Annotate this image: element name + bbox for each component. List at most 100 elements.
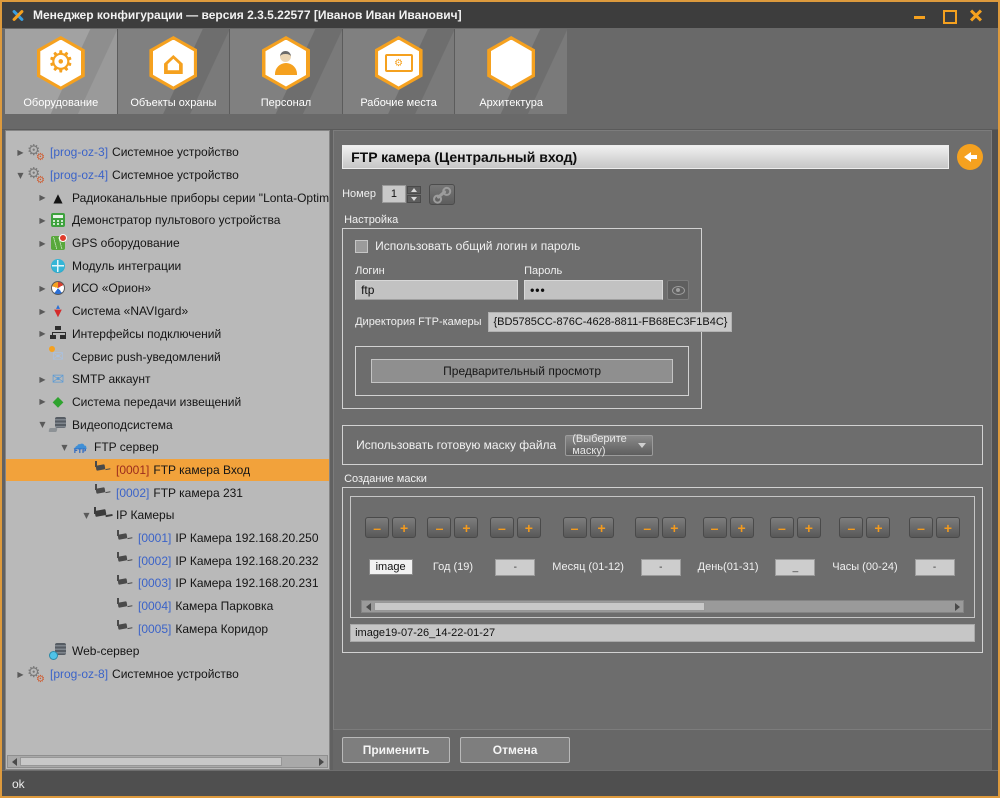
mask-plus-button[interactable]: + bbox=[730, 517, 754, 538]
login-label: Логин bbox=[355, 265, 518, 277]
tree-item[interactable]: ▶[prog-oz-3]Системное устройство bbox=[6, 141, 329, 164]
shared-login-checkbox[interactable] bbox=[355, 240, 368, 253]
expand-arrow-icon[interactable]: ▼ bbox=[36, 420, 49, 429]
ribbon-tab-workplaces[interactable]: ⚙Рабочие места bbox=[343, 29, 455, 114]
scrollbar-thumb[interactable] bbox=[374, 602, 704, 611]
back-button[interactable] bbox=[957, 144, 983, 170]
tree-item[interactable]: [0002]IP Камера 192.168.20.232 bbox=[6, 549, 329, 572]
link-button[interactable] bbox=[429, 184, 455, 205]
mask-part-value-box[interactable]: image bbox=[369, 559, 413, 575]
mask-minus-button[interactable]: – bbox=[427, 517, 451, 538]
tree-item[interactable]: [0004]Камера Парковка bbox=[6, 595, 329, 618]
tree-item[interactable]: ▶SMTP аккаунт bbox=[6, 368, 329, 391]
expand-arrow-icon[interactable]: ▶ bbox=[36, 216, 49, 225]
tree-item[interactable]: ▶Демонстратор пультового устройства bbox=[6, 209, 329, 232]
mask-part-separator-box[interactable]: - bbox=[495, 559, 535, 576]
expand-arrow-icon[interactable]: ▶ bbox=[36, 193, 49, 202]
tree-item[interactable]: ▶Радиоканальные приборы серии "Lonta-Opt… bbox=[6, 186, 329, 209]
tree-horizontal-scrollbar[interactable] bbox=[7, 755, 328, 768]
tree-item[interactable]: ▼Видеоподсистема bbox=[6, 413, 329, 436]
minimize-icon[interactable] bbox=[914, 10, 926, 20]
ribbon-tab-guarded-objects[interactable]: ⌂Объекты охраны bbox=[118, 29, 230, 114]
tree-item[interactable]: [0001]FTP камера Вход bbox=[6, 459, 329, 482]
tree-item[interactable]: ▶Система «NAVIgard» bbox=[6, 300, 329, 323]
number-input[interactable]: 1 bbox=[382, 185, 406, 203]
expand-arrow-icon[interactable]: ▼ bbox=[80, 511, 93, 520]
tree-item[interactable]: Web-сервер bbox=[6, 640, 329, 663]
tree-item[interactable]: ▶[prog-oz-8]Системное устройство bbox=[6, 663, 329, 686]
expand-arrow-icon[interactable]: ▶ bbox=[14, 148, 27, 157]
expand-arrow-icon[interactable]: ▶ bbox=[36, 397, 49, 406]
tree-item[interactable]: ▶ИСО «Орион» bbox=[6, 277, 329, 300]
expand-arrow-icon[interactable]: ▶ bbox=[36, 329, 49, 338]
tree-item[interactable]: [0005]Камера Коридор bbox=[6, 617, 329, 640]
ribbon-tab-equipment[interactable]: ⚙Оборудование bbox=[5, 29, 117, 114]
tree-item[interactable]: ▼[prog-oz-4]Системное устройство bbox=[6, 164, 329, 187]
mask-result-input[interactable]: image19-07-26_14-22-01-27 bbox=[350, 624, 975, 642]
expand-arrow-icon[interactable]: ▶ bbox=[36, 307, 49, 316]
mask-minus-button[interactable]: – bbox=[909, 517, 933, 538]
mask-plus-button[interactable]: + bbox=[517, 517, 541, 538]
scroll-right-icon[interactable] bbox=[315, 758, 327, 766]
scroll-right-icon[interactable] bbox=[951, 603, 963, 611]
mask-minus-button[interactable]: – bbox=[563, 517, 587, 538]
mask-plus-button[interactable]: + bbox=[590, 517, 614, 538]
tree-item[interactable]: ▶GPS оборудование bbox=[6, 232, 329, 255]
mask-plus-button[interactable]: + bbox=[866, 517, 890, 538]
tree-item[interactable]: ▼FTP сервер bbox=[6, 436, 329, 459]
web-server-icon bbox=[49, 643, 67, 660]
mask-part-separator-box[interactable]: - bbox=[641, 559, 681, 576]
ribbon-tab-architecture[interactable]: Архитектура bbox=[455, 29, 567, 114]
scroll-left-icon[interactable] bbox=[362, 603, 374, 611]
login-input[interactable]: ftp bbox=[355, 280, 518, 300]
maximize-icon[interactable] bbox=[942, 10, 954, 20]
mask-plus-button[interactable]: + bbox=[662, 517, 686, 538]
expand-arrow-icon[interactable]: ▼ bbox=[14, 171, 27, 180]
mask-select-dropdown[interactable]: (Выберите маску) bbox=[565, 435, 653, 456]
mask-minus-button[interactable]: – bbox=[703, 517, 727, 538]
mask-plus-button[interactable]: + bbox=[797, 517, 821, 538]
tree-item[interactable]: ▶Система передачи извещений bbox=[6, 391, 329, 414]
password-input[interactable]: ••• bbox=[524, 280, 663, 300]
tree-item-id: [0002] bbox=[138, 554, 171, 568]
mask-minus-button[interactable]: – bbox=[839, 517, 863, 538]
mask-part-separator-box[interactable]: _ bbox=[775, 559, 815, 576]
expand-arrow-icon[interactable]: ▶ bbox=[14, 670, 27, 679]
ribbon-tabs: ⚙Оборудование⌂Объекты охраныПерсонал⚙Раб… bbox=[5, 29, 567, 114]
tree-item[interactable]: [0003]IP Камера 192.168.20.231 bbox=[6, 572, 329, 595]
ribbon-tab-personnel[interactable]: Персонал bbox=[230, 29, 342, 114]
mask-plus-button[interactable]: + bbox=[454, 517, 478, 538]
close-icon[interactable] bbox=[970, 10, 982, 20]
mask-minus-button[interactable]: – bbox=[770, 517, 794, 538]
tree-item-id: [0001] bbox=[116, 463, 149, 477]
mask-plus-button[interactable]: + bbox=[936, 517, 960, 538]
mask-minus-button[interactable]: – bbox=[365, 517, 389, 538]
expand-arrow-icon[interactable]: ▶ bbox=[36, 284, 49, 293]
mask-part-separator-box[interactable]: - bbox=[915, 559, 955, 576]
spin-down-icon[interactable] bbox=[407, 195, 421, 203]
mask-plus-button[interactable]: + bbox=[392, 517, 416, 538]
preview-button[interactable]: Предварительный просмотр bbox=[371, 359, 673, 383]
expand-arrow-icon[interactable]: ▼ bbox=[58, 443, 71, 452]
tree-item[interactable]: ▼IP Камеры bbox=[6, 504, 329, 527]
cancel-button[interactable]: Отмена bbox=[460, 737, 570, 763]
scrollbar-thumb[interactable] bbox=[20, 757, 282, 766]
apply-button[interactable]: Применить bbox=[342, 737, 450, 763]
mask-minus-button[interactable]: – bbox=[635, 517, 659, 538]
ribbon-tab-label: Оборудование bbox=[23, 97, 98, 109]
tree-item[interactable]: Модуль интеграции bbox=[6, 254, 329, 277]
mask-horizontal-scrollbar[interactable] bbox=[361, 600, 964, 613]
tree-item[interactable]: [0002]FTP камера 231 bbox=[6, 481, 329, 504]
tree-item[interactable]: Сервис push-уведомлений bbox=[6, 345, 329, 368]
mask-minus-button[interactable]: – bbox=[490, 517, 514, 538]
mask-column: –+ - bbox=[635, 517, 686, 576]
scroll-left-icon[interactable] bbox=[8, 758, 20, 766]
directory-input[interactable]: {BD5785CC-876C-4628-8811-FB68EC3F1B4C} bbox=[488, 312, 732, 332]
tree-item[interactable]: [0001]IP Камера 192.168.20.250 bbox=[6, 527, 329, 550]
spin-up-icon[interactable] bbox=[407, 186, 421, 194]
expand-arrow-icon[interactable]: ▶ bbox=[36, 239, 49, 248]
status-bar: ok bbox=[2, 770, 998, 796]
expand-arrow-icon[interactable]: ▶ bbox=[36, 375, 49, 384]
show-password-button[interactable] bbox=[667, 280, 689, 300]
tree-item[interactable]: ▶Интерфейсы подключений bbox=[6, 323, 329, 346]
